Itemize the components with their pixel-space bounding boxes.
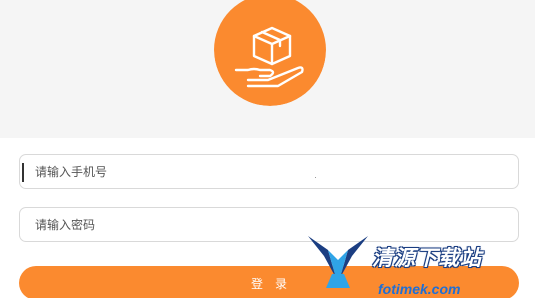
phone-field[interactable] xyxy=(19,154,519,189)
text-caret xyxy=(22,163,24,182)
phone-input[interactable] xyxy=(20,155,518,188)
password-input[interactable] xyxy=(20,208,518,241)
login-button[interactable]: 登录 xyxy=(19,266,519,298)
artifact-dot xyxy=(315,177,316,178)
password-field[interactable] xyxy=(19,207,519,242)
login-page: 登录 清源下载站 fotimek.com xyxy=(0,0,535,298)
